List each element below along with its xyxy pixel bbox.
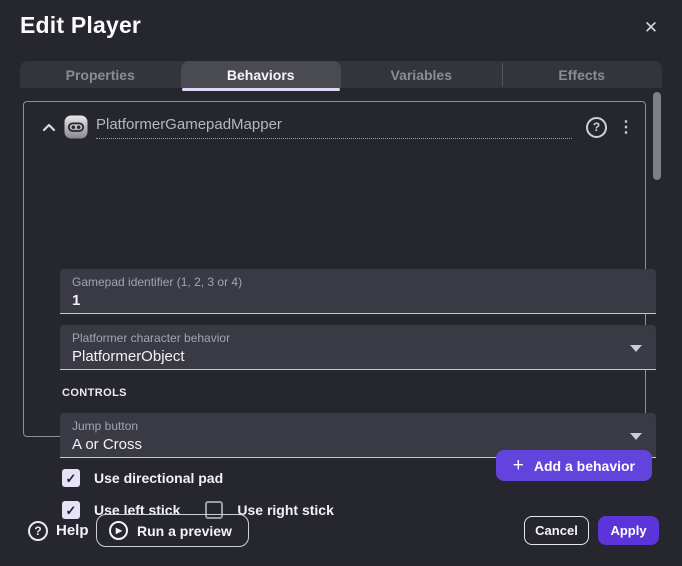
add-behavior-button[interactable]: + Add a behavior: [496, 450, 652, 481]
behavior-name-field[interactable]: PlatformerGamepadMapper: [96, 116, 572, 139]
tab-variables[interactable]: Variables: [341, 61, 502, 88]
chevron-down-icon: [630, 433, 642, 440]
gamepad-identifier-field[interactable]: Gamepad identifier (1, 2, 3 or 4) 1: [60, 269, 656, 314]
help-button[interactable]: ? Help: [28, 514, 89, 547]
gamepad-identifier-label: Gamepad identifier (1, 2, 3 or 4): [72, 275, 644, 289]
add-behavior-label: Add a behavior: [534, 458, 635, 474]
controls-section-header: CONTROLS: [62, 387, 127, 399]
platformer-behavior-value: PlatformerObject: [72, 347, 644, 367]
page-title: Edit Player: [20, 12, 141, 39]
tab-properties[interactable]: Properties: [20, 61, 181, 88]
gamepad-identifier-value: 1: [72, 291, 644, 311]
behavior-panel: PlatformerGamepadMapper ? ⋮ Gamepad iden…: [23, 101, 646, 437]
apply-button[interactable]: Apply: [598, 516, 659, 545]
behavior-menu-icon[interactable]: ⋮: [615, 117, 637, 137]
use-directional-pad-label: Use directional pad: [94, 470, 223, 486]
help-label: Help: [56, 522, 89, 539]
check-icon: ✓: [66, 472, 77, 485]
platformer-behavior-label: Platformer character behavior: [72, 331, 644, 345]
collapse-behavior-button[interactable]: [38, 117, 60, 137]
cancel-button[interactable]: Cancel: [524, 516, 589, 545]
directional-pad-row: ✓ Use directional pad: [62, 468, 223, 488]
behavior-help-icon[interactable]: ?: [586, 117, 607, 138]
tab-behaviors-label: Behaviors: [227, 67, 295, 83]
play-icon: ▶: [109, 521, 128, 540]
use-right-stick-label: Use right stick: [237, 502, 333, 518]
use-directional-pad-checkbox[interactable]: ✓: [62, 469, 80, 487]
tab-effects[interactable]: Effects: [502, 61, 663, 88]
tab-behaviors[interactable]: Behaviors: [181, 61, 342, 88]
behavior-panel-header: PlatformerGamepadMapper ? ⋮: [38, 110, 637, 144]
tab-variables-label: Variables: [391, 67, 453, 83]
tab-effects-label: Effects: [558, 67, 605, 83]
plus-icon: +: [513, 456, 524, 475]
tab-properties-label: Properties: [66, 67, 135, 83]
help-icon: ?: [28, 521, 48, 541]
platformer-behavior-select[interactable]: Platformer character behavior Platformer…: [60, 325, 656, 370]
scrollbar[interactable]: [653, 92, 661, 180]
chevron-up-icon: [42, 123, 56, 132]
jump-button-label: Jump button: [72, 419, 644, 433]
edit-player-dialog: Edit Player ✕ Properties Behaviors Varia…: [0, 0, 682, 566]
tab-bar: Properties Behaviors Variables Effects: [20, 61, 662, 88]
gamepad-icon: [64, 115, 88, 139]
run-preview-label: Run a preview: [137, 523, 232, 539]
chevron-down-icon: [630, 345, 642, 352]
close-icon[interactable]: ✕: [638, 15, 664, 41]
run-preview-button[interactable]: ▶ Run a preview: [96, 514, 249, 547]
